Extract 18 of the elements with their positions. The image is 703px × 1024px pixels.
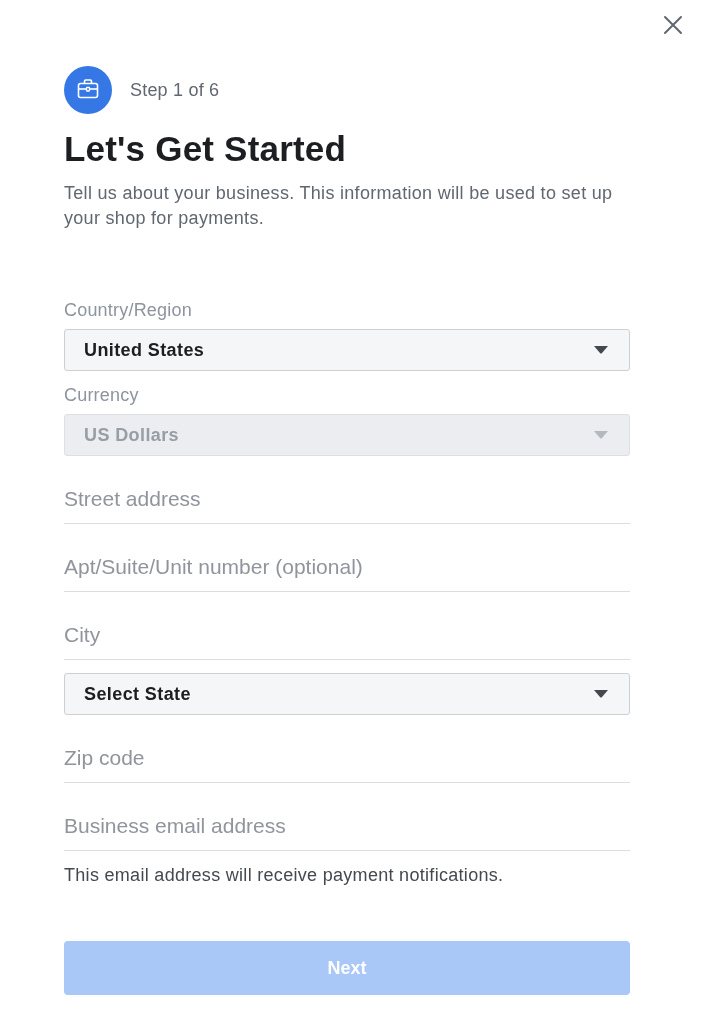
dropdown[interactable]: United States xyxy=(64,329,630,371)
step-label: Step 1 of 6 xyxy=(130,79,220,101)
briefcase-icon xyxy=(64,66,112,114)
caret-icon xyxy=(594,431,608,439)
input-field[interactable]: City xyxy=(64,610,630,660)
field-label: Country/Region xyxy=(64,300,192,320)
dropdown[interactable]: Select State xyxy=(64,673,630,715)
caret-icon xyxy=(594,346,608,354)
field-label: Currency xyxy=(64,385,139,405)
input-field[interactable]: Apt/Suite/Unit number (optional) xyxy=(64,542,630,592)
page-title: Let's Get Started xyxy=(64,129,348,169)
close-icon xyxy=(663,15,683,35)
input-field[interactable]: Business email address xyxy=(64,801,630,851)
input-field[interactable]: Zip code xyxy=(64,733,630,783)
input-field[interactable]: Street address xyxy=(64,474,630,524)
caret-icon xyxy=(594,690,608,698)
help-text: This email address will receive payment notifications. xyxy=(64,865,505,885)
description-text: Tell us about your business. This information will be used to set up your shop for payments. xyxy=(64,182,614,230)
